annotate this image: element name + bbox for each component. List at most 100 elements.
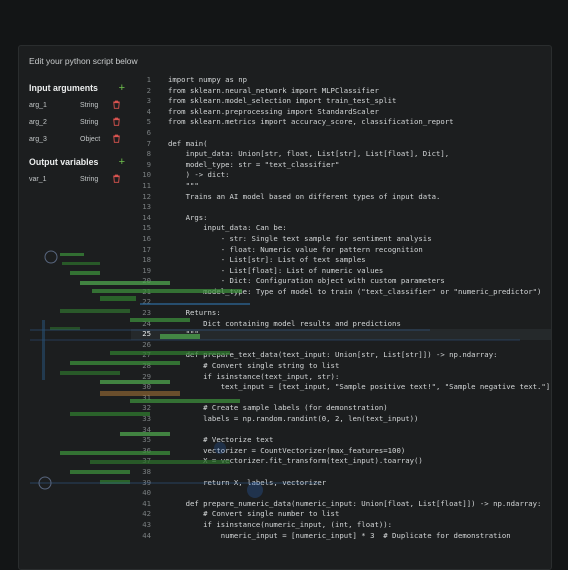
code-text[interactable]: from sklearn.model_selection import trai… (168, 96, 396, 107)
line-number: 19 (142, 265, 151, 275)
code-text[interactable]: def prepare_numeric_data(numeric_input: … (168, 499, 542, 510)
add-output-plus-icon[interactable]: + (119, 157, 125, 168)
code-text[interactable]: from sklearn.metrics import accuracy_sco… (168, 117, 454, 128)
code-text[interactable]: Returns: (168, 308, 221, 319)
code-line[interactable]: 36 vectorizer = CountVectorizer(max_feat… (131, 446, 551, 457)
code-line[interactable]: 32 # Create sample labels (for demonstra… (131, 403, 551, 414)
variable-name[interactable]: arg_3 (29, 136, 80, 143)
code-line[interactable]: 26 (131, 340, 551, 351)
input-argument-row[interactable]: arg_3 Object (29, 131, 125, 148)
code-line[interactable]: 16 - str: Single text sample for sentime… (131, 234, 551, 245)
code-text[interactable]: input_data: Can be: (168, 223, 286, 234)
code-text[interactable]: Args: (168, 213, 208, 224)
code-text[interactable]: model_type: str = "text_classifier" (168, 160, 340, 171)
code-text[interactable]: # Convert single number to list (168, 509, 339, 520)
trash-icon[interactable] (112, 134, 121, 145)
code-line[interactable]: 2 from sklearn.neural_network import MLPC… (131, 86, 551, 97)
code-line[interactable]: 15 input_data: Can be: (131, 223, 551, 234)
code-line[interactable]: 39 return X, labels, vectorizer (131, 478, 551, 489)
code-editor[interactable]: 1 import numpy as np 2 from sklearn.neural_… (131, 75, 551, 569)
code-text[interactable]: model_type: Type of model to train ("tex… (168, 287, 541, 298)
code-line[interactable]: 44 numeric_input = [numeric_input] * 3 #… (131, 531, 551, 542)
code-text[interactable]: # Vectorize text (168, 435, 273, 446)
code-text[interactable]: Dict containing model results and predic… (168, 319, 401, 330)
code-line[interactable]: 9 model_type: str = "text_classifier" (131, 160, 551, 171)
code-text[interactable]: def prepare_text_data(text_input: Union[… (168, 350, 498, 361)
trash-icon[interactable] (112, 174, 121, 185)
code-line[interactable]: 42 # Convert single number to list (131, 509, 551, 520)
code-text[interactable]: import numpy as np (168, 75, 247, 86)
code-text[interactable]: - List[float]: List of numeric values (168, 266, 384, 277)
code-text[interactable]: from sklearn.neural_network import MLPCl… (168, 86, 379, 97)
code-text[interactable]: """ (168, 181, 199, 192)
code-line[interactable]: 29 if isinstance(text_input, str): (131, 372, 551, 383)
code-text[interactable]: if isinstance(text_input, str): (168, 372, 339, 383)
variable-name[interactable]: arg_2 (29, 119, 80, 126)
code-line[interactable]: 4 from sklearn.preprocessing import Stand… (131, 107, 551, 118)
code-text[interactable]: input_data: Union[str, float, List[str],… (168, 149, 450, 160)
code-line[interactable]: 33 labels = np.random.randint(0, 2, len(… (131, 414, 551, 425)
code-text[interactable]: return X, labels, vectorizer (168, 478, 326, 489)
code-text[interactable]: Trains an AI model based on different ty… (168, 192, 441, 203)
code-line[interactable]: 1 import numpy as np (131, 75, 551, 86)
code-line[interactable]: 30 text_input = [text_input, "Sample pos… (131, 382, 551, 393)
variable-type[interactable]: String (80, 119, 112, 126)
variable-type[interactable]: String (80, 102, 112, 109)
output-variable-row[interactable]: var_1 String (29, 171, 125, 188)
code-line[interactable]: 21 model_type: Type of model to train ("… (131, 287, 551, 298)
code-line[interactable]: 31 (131, 393, 551, 404)
code-line[interactable]: 27 def prepare_text_data(text_input: Uni… (131, 350, 551, 361)
code-text[interactable]: X = vectorizer.fit_transform(text_input)… (168, 456, 423, 467)
code-line[interactable]: 22 (131, 297, 551, 308)
code-line[interactable]: 8 input_data: Union[str, float, List[str… (131, 149, 551, 160)
code-text[interactable]: - List[str]: List of text samples (168, 255, 366, 266)
code-line[interactable]: 24 Dict containing model results and pre… (131, 319, 551, 330)
code-text[interactable]: numeric_input = [numeric_input] * 3 # Du… (168, 531, 511, 542)
variable-type[interactable]: Object (80, 136, 112, 143)
code-line[interactable]: 11 """ (131, 181, 551, 192)
code-line[interactable]: 14 Args: (131, 213, 551, 224)
code-line[interactable]: 19 - List[float]: List of numeric values (131, 266, 551, 277)
code-text[interactable]: - Dict: Configuration object with custom… (168, 276, 445, 287)
code-text[interactable]: from sklearn.preprocessing import Standa… (168, 107, 379, 118)
code-text[interactable]: ) -> dict: (168, 170, 230, 181)
code-line[interactable]: 28 # Convert single string to list (131, 361, 551, 372)
variable-type[interactable]: String (80, 176, 112, 183)
code-text[interactable]: # Create sample labels (for demonstratio… (168, 403, 388, 414)
code-text[interactable]: def main( (168, 139, 208, 150)
code-line[interactable]: 25 """ (131, 329, 551, 340)
code-line[interactable]: 35 # Vectorize text (131, 435, 551, 446)
trash-icon[interactable] (112, 117, 121, 128)
code-line[interactable]: 12 Trains an AI model based on different… (131, 192, 551, 203)
code-line[interactable]: 41 def prepare_numeric_data(numeric_inpu… (131, 499, 551, 510)
code-text[interactable]: - float: Numeric value for pattern recog… (168, 245, 423, 256)
code-line[interactable]: 34 (131, 425, 551, 436)
code-text[interactable]: # Convert single string to list (168, 361, 339, 372)
code-line[interactable]: 10 ) -> dict: (131, 170, 551, 181)
code-line[interactable]: 17 - float: Numeric value for pattern re… (131, 245, 551, 256)
code-text[interactable]: vectorizer = CountVectorizer(max_feature… (168, 446, 405, 457)
code-line[interactable]: 5 from sklearn.metrics import accuracy_sc… (131, 117, 551, 128)
code-line[interactable]: 23 Returns: (131, 308, 551, 319)
code-line[interactable]: 6 (131, 128, 551, 139)
input-argument-row[interactable]: arg_2 String (29, 114, 125, 131)
add-input-plus-icon[interactable]: + (119, 83, 125, 94)
code-line[interactable]: 3 from sklearn.model_selection import tra… (131, 96, 551, 107)
code-text[interactable]: - str: Single text sample for sentiment … (168, 234, 432, 245)
code-line[interactable]: 43 if isinstance(numeric_input, (int, fl… (131, 520, 551, 531)
code-line[interactable]: 40 (131, 488, 551, 499)
code-line[interactable]: 13 (131, 202, 551, 213)
variable-name[interactable]: arg_1 (29, 102, 80, 109)
code-line[interactable]: 38 (131, 467, 551, 478)
input-argument-row[interactable]: arg_1 String (29, 97, 125, 114)
code-line[interactable]: 37 X = vectorizer.fit_transform(text_inp… (131, 456, 551, 467)
code-line[interactable]: 7 def main( (131, 139, 551, 150)
code-text[interactable]: text_input = [text_input, "Sample positi… (168, 382, 551, 393)
code-line[interactable]: 18 - List[str]: List of text samples (131, 255, 551, 266)
code-text[interactable]: """ (168, 329, 199, 340)
code-text[interactable]: if isinstance(numeric_input, (int, float… (168, 520, 392, 531)
trash-icon[interactable] (112, 100, 121, 111)
variable-name[interactable]: var_1 (29, 176, 80, 183)
code-text[interactable]: labels = np.random.randint(0, 2, len(tex… (168, 414, 418, 425)
code-line[interactable]: 20 - Dict: Configuration object with cus… (131, 276, 551, 287)
